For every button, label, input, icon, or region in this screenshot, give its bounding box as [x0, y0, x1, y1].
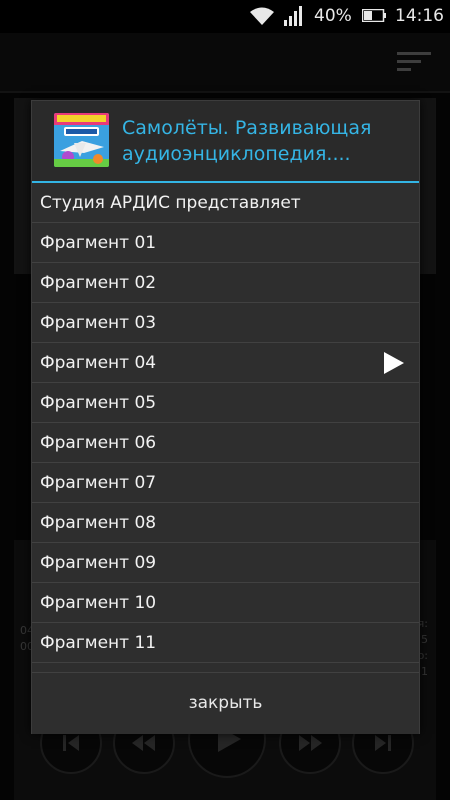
track-label: Фрагмент 09	[40, 553, 157, 573]
list-item[interactable]: Студия АРДИС представляет	[32, 183, 419, 223]
list-item[interactable]: Фрагмент 02	[32, 263, 419, 303]
dialog-title: Самолёты. Развивающая аудиоэнциклопедия.…	[122, 117, 372, 165]
album-cover-art	[54, 113, 109, 167]
dialog-header: Самолёты. Развивающая аудиоэнциклопедия.…	[32, 101, 419, 181]
track-label: Фрагмент 10	[40, 593, 157, 613]
list-item[interactable]: Фрагмент 10	[32, 583, 419, 623]
track-label: Студия АРДИС представляет	[40, 193, 301, 213]
track-label: Фрагмент 07	[40, 473, 157, 493]
close-button[interactable]: закрыть	[32, 672, 419, 734]
list-item[interactable]: Фрагмент 06	[32, 423, 419, 463]
signal-icon	[284, 6, 302, 26]
now-playing-icon	[384, 352, 404, 374]
track-label: Фрагмент 04	[40, 353, 157, 373]
list-item[interactable]: Фрагмент 07	[32, 463, 419, 503]
track-label: Фрагмент 06	[40, 433, 157, 453]
battery-icon	[362, 9, 386, 22]
clock: 14:16	[395, 6, 444, 26]
list-item[interactable]: Фрагмент 11	[32, 623, 419, 663]
track-label: Фрагмент 03	[40, 313, 157, 333]
list-item[interactable]: Фрагмент 03	[32, 303, 419, 343]
status-bar: 40% 14:16	[0, 0, 450, 33]
wifi-icon	[250, 7, 274, 25]
track-label: Фрагмент 11	[40, 633, 157, 653]
list-item[interactable]: Фрагмент 01	[32, 223, 419, 263]
list-item[interactable]: Фрагмент 05	[32, 383, 419, 423]
list-item[interactable]: Фрагмент 08	[32, 503, 419, 543]
track-label: Фрагмент 05	[40, 393, 157, 413]
list-item-playing[interactable]: Фрагмент 04	[32, 343, 419, 383]
list-item[interactable]: Фрагмент 09	[32, 543, 419, 583]
track-list: Студия АРДИС представляет Фрагмент 01 Фр…	[32, 183, 419, 663]
album-cover	[54, 113, 109, 167]
track-label: Фрагмент 02	[40, 273, 157, 293]
track-list-dialog: Самолёты. Развивающая аудиоэнциклопедия.…	[31, 100, 420, 734]
track-label: Фрагмент 01	[40, 233, 157, 253]
track-label: Фрагмент 08	[40, 513, 157, 533]
battery-percent: 40%	[314, 6, 352, 26]
